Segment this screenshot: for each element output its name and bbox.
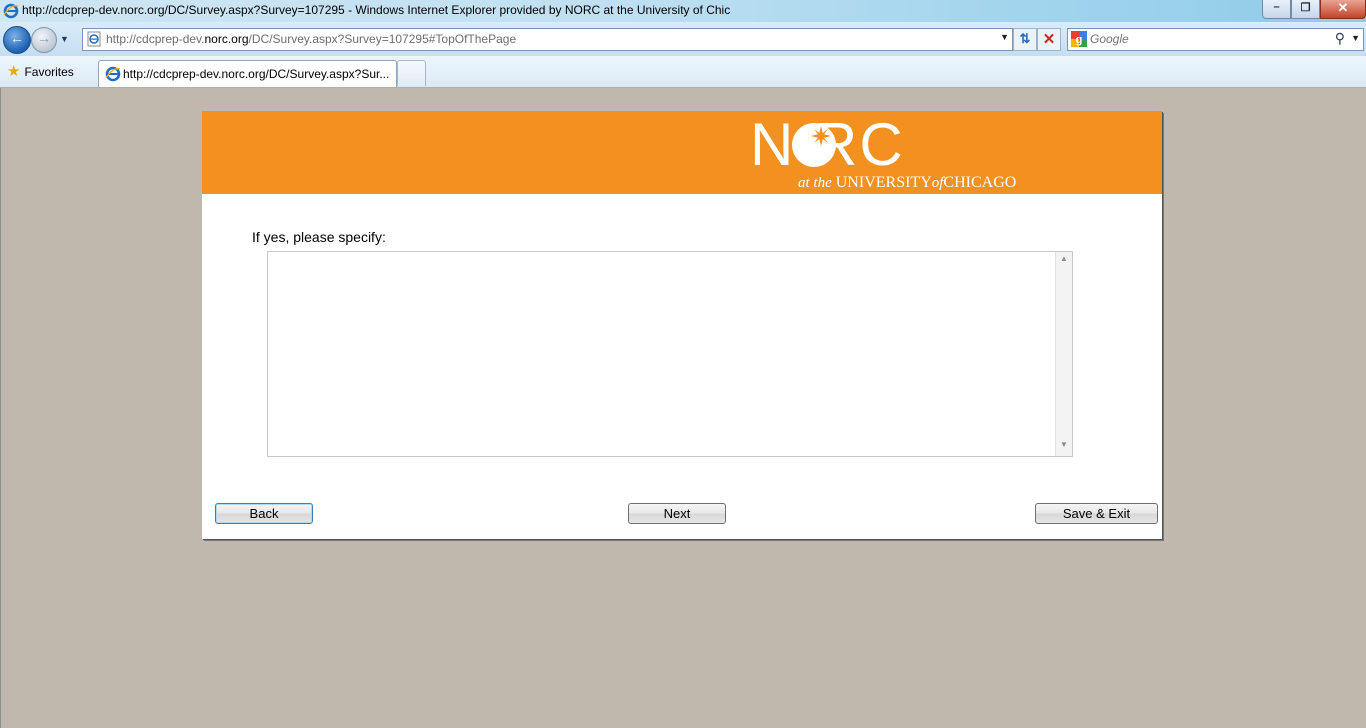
svg-text:g: g [1076,34,1083,46]
scroll-up-icon[interactable]: ▲ [1056,254,1072,268]
search-input[interactable] [1090,31,1330,46]
norc-banner: N RC at the UNIVERSITYofCHICAGO [202,111,1162,194]
university-tagline: at the UNIVERSITYofCHICAGO [798,174,1017,191]
close-icon: ✕ [1337,0,1349,15]
favorites-bar: ★ Favorites http://cdcprep-dev.norc.org/… [0,56,1366,88]
stop-button[interactable]: ✕ [1037,28,1061,51]
save-exit-button[interactable]: Save & Exit [1035,503,1158,524]
stop-icon: ✕ [1042,31,1056,48]
refresh-icon: ⇅ [1019,31,1031,46]
minimize-button[interactable]: – [1262,0,1291,19]
maximize-button[interactable]: ❐ [1291,0,1320,19]
browser-tab[interactable]: http://cdcprep-dev.norc.org/DC/Survey.as… [98,60,397,87]
refresh-button[interactable]: ⇅ [1013,28,1037,51]
internet-explorer-icon [3,3,19,19]
starburst-o-icon [792,123,836,167]
back-button[interactable]: Back [215,503,313,524]
close-window-button[interactable]: ✕ [1320,0,1366,19]
arrow-right-icon: → [37,30,51,46]
star-icon: ★ [7,63,21,80]
navigation-bar: ← → ▼ http://cdcprep-dev.norc.org/DC/Sur… [0,22,1366,56]
search-dropdown-icon[interactable]: ▼ [1351,33,1360,43]
survey-card: N RC at the UNIVERSITYofCHICAGO If yes, … [202,111,1162,539]
window-title-bar: http://cdcprep-dev.norc.org/DC/Survey.as… [0,0,1366,22]
address-bar[interactable]: http://cdcprep-dev.norc.org/DC/Survey.as… [82,28,1013,51]
question-label: If yes, please specify: [252,229,386,245]
next-button[interactable]: Next [628,503,726,524]
maximize-icon: ❐ [1300,2,1311,14]
tab-title: http://cdcprep-dev.norc.org/DC/Survey.as… [123,67,390,81]
favorites-label: Favorites [24,65,74,79]
norc-logo: N RC at the UNIVERSITYofCHICAGO [750,115,1060,193]
scroll-down-icon[interactable]: ▼ [1056,440,1072,454]
answer-textarea-frame: ▲ ▼ [267,251,1073,457]
new-tab-button[interactable] [397,60,426,86]
search-box[interactable]: g ⚲ ▼ [1067,28,1364,51]
arrow-left-icon: ← [10,30,24,46]
google-icon: g [1071,31,1087,47]
forward-nav-button[interactable]: → [31,27,57,53]
internet-explorer-icon [105,66,121,82]
window-title: http://cdcprep-dev.norc.org/DC/Survey.as… [22,3,731,17]
answer-textarea[interactable] [268,252,1056,456]
address-url[interactable]: http://cdcprep-dev.norc.org/DC/Survey.as… [106,32,516,46]
page-icon [87,31,101,47]
vertical-scrollbar[interactable]: ▲ ▼ [1055,252,1072,456]
back-nav-button[interactable]: ← [3,26,31,54]
address-dropdown-icon[interactable]: ▼ [1000,32,1009,42]
search-icon[interactable]: ⚲ [1335,30,1345,47]
minimize-icon: – [1273,1,1280,13]
recent-pages-dropdown-icon[interactable]: ▼ [60,34,69,44]
favorites-button[interactable]: ★ Favorites [7,63,74,81]
